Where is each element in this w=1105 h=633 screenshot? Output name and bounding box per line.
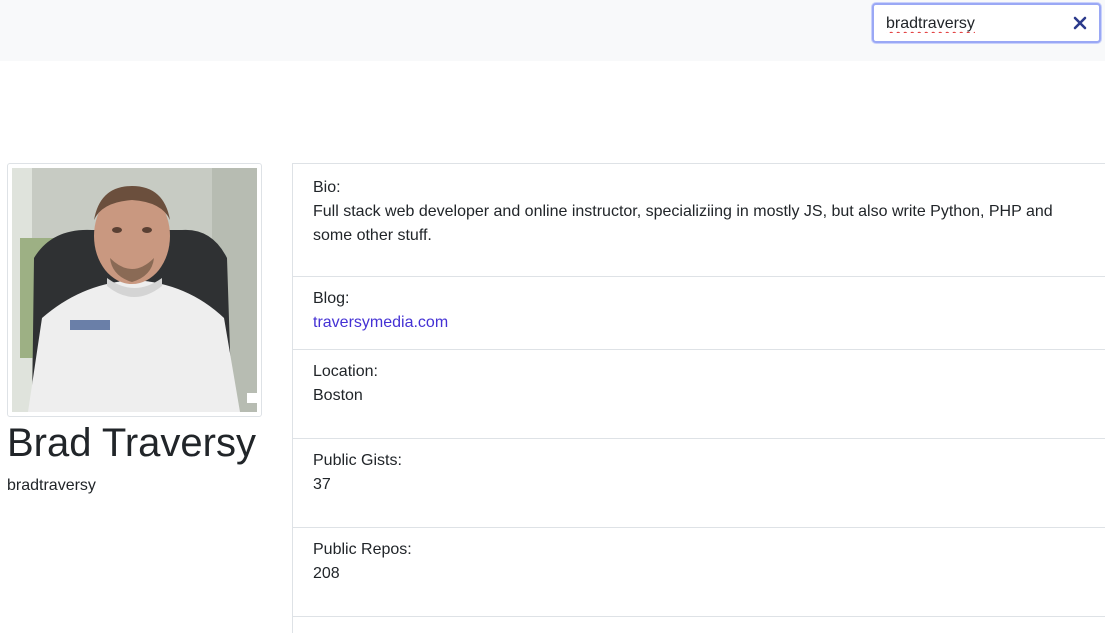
avatar-frame [7,163,262,417]
avatar [12,168,257,412]
list-item-location: Location: Boston [293,350,1105,439]
list-item-bio: Bio: Full stack web developer and online… [293,164,1105,277]
bio-label: Bio: [313,179,341,196]
blog-link[interactable]: traversymedia.com [313,314,448,331]
location-label: Location: [313,363,378,380]
public-gists-label: Public Gists: [313,452,402,469]
blog-label: Blog: [313,290,350,307]
location-value: Boston [313,387,363,404]
search-input[interactable] [886,13,1066,35]
bio-text-line-2: some other stuff. [313,227,432,244]
public-gists-value: 37 [313,476,331,493]
list-item-blog: Blog: traversymedia.com [293,277,1105,350]
top-navbar [0,0,1105,61]
public-repos-value: 208 [313,565,340,582]
blog-link-wrap: traversymedia.com [313,311,448,335]
user-full-name: Brad Traversy [7,421,256,465]
list-item-public-gists: Public Gists: 37 [293,439,1105,528]
bio-text-line-1: Full stack web developer and online inst… [313,203,1053,220]
user-details-list: Bio: Full stack web developer and online… [292,163,1105,633]
list-item-public-repos: Public Repos: 208 [293,528,1105,617]
search-box[interactable] [872,3,1101,43]
close-icon[interactable] [1073,16,1087,30]
public-repos-label: Public Repos: [313,541,412,558]
user-login: bradtraversy [7,477,96,494]
